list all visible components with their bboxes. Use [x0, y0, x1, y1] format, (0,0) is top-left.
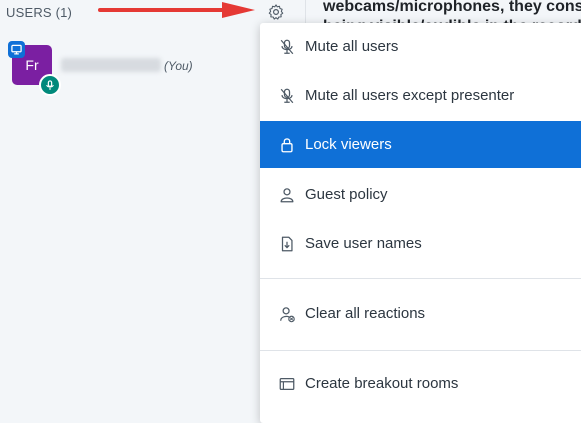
- you-label: (You): [164, 59, 193, 73]
- avatar-initials: Fr: [25, 57, 39, 73]
- breakout-rooms-icon: [277, 374, 297, 394]
- menu-item-label: Save user names: [305, 235, 422, 252]
- menu-item-label: Lock viewers: [305, 136, 392, 153]
- gear-icon[interactable]: [264, 0, 288, 24]
- menu-item-label: Create breakout rooms: [305, 375, 459, 392]
- lock-icon: [277, 135, 297, 155]
- menu-item-clear-all-reactions[interactable]: Clear all reactions: [260, 290, 581, 337]
- menu-item-label: Mute all users except presenter: [305, 87, 515, 104]
- menu-item-label: Guest policy: [305, 186, 388, 203]
- menu-item-label: Mute all users: [305, 38, 399, 55]
- menu-item-create-breakout-rooms[interactable]: Create breakout rooms: [260, 360, 581, 407]
- mic-off-icon: [277, 86, 297, 106]
- user-name-redacted: [61, 58, 161, 72]
- user-icon: [277, 185, 297, 205]
- menu-item-lock-viewers[interactable]: Lock viewers: [260, 121, 581, 168]
- manage-users-menu: Mute all users Mute all users except pre…: [260, 23, 581, 423]
- menu-item-label: Clear all reactions: [305, 305, 426, 322]
- user-list-item[interactable]: Fr (You): [8, 38, 298, 96]
- download-file-icon: [277, 234, 297, 254]
- microphone-icon: [39, 74, 61, 96]
- menu-item-guest-policy[interactable]: Guest policy: [260, 171, 581, 218]
- users-header: USERS (1): [6, 5, 73, 20]
- menu-divider: [260, 278, 581, 279]
- menu-item-mute-all-except-presenter[interactable]: Mute all users except presenter: [260, 72, 581, 119]
- presenter-icon: [8, 41, 25, 58]
- menu-item-save-user-names[interactable]: Save user names: [260, 220, 581, 267]
- clear-reactions-icon: [277, 304, 297, 324]
- menu-item-mute-all-users[interactable]: Mute all users: [260, 23, 581, 70]
- red-arrow-annotation: [98, 2, 255, 18]
- menu-divider: [260, 350, 581, 351]
- chat-line-1: webcams/microphones, they cons: [323, 0, 581, 15]
- mic-off-icon: [277, 37, 297, 57]
